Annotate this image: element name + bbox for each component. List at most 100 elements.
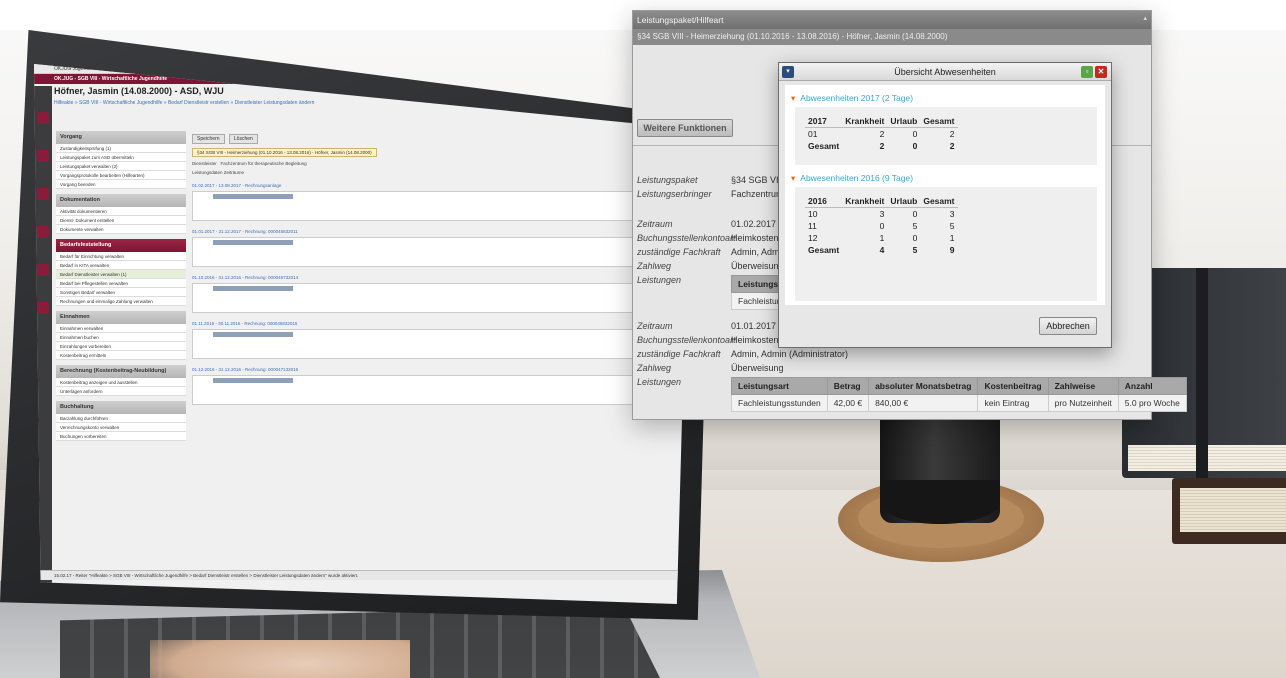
sidebar-group-dokumentation[interactable]: Dokumentation <box>56 194 186 207</box>
table-cell: 2 <box>879 141 885 151</box>
field-label: Buchungsstellenkontoart <box>637 233 736 243</box>
sidebar-item[interactable]: Rechnungen und einmalige Zahlung verwalt… <box>56 297 186 306</box>
notebook-brown-pages <box>1180 488 1286 532</box>
sidebar-item[interactable]: Leistungspaket verwalten (2) <box>56 162 186 171</box>
field-label: Zeitraum <box>637 219 673 229</box>
table-cell: 01 <box>808 129 818 139</box>
table-header <box>213 378 293 383</box>
tab-leistungspaket[interactable]: §34 SGB VIII - Heimerziehung (01.10.2016… <box>192 148 377 157</box>
table-header: Leistungsart <box>731 377 828 395</box>
leistung-entry-title[interactable]: 01.01.2017 - 31.12.2017 - Rechnung: 0000… <box>192 229 682 234</box>
dienstleister-row: Dienstleister Fachzentrum für therapeuti… <box>192 161 682 166</box>
table-cell: Fachleistungsstunden <box>731 394 828 412</box>
field-label: zuständige Fachkraft <box>637 349 721 359</box>
field-label: Zeitraum <box>637 321 673 331</box>
sidebar-item[interactable]: Aktivität dokumentieren <box>56 207 186 216</box>
field-value: Fachzentrum <box>731 189 784 199</box>
minimize-icon[interactable]: ▫ <box>1081 66 1093 78</box>
calendar-icon[interactable] <box>37 150 49 162</box>
field-value: Heimkosten <box>731 335 779 345</box>
table-row: Fachleistungsstunden 42,00 € 840,00 € ke… <box>731 394 1187 412</box>
sidebar-item[interactable]: Vorgang beenden <box>56 180 186 189</box>
absences-2017-heading[interactable]: ▾ Abwesenheiten 2017 (2 Tage) <box>791 93 913 104</box>
sidebar-item[interactable]: Leistungspaket zum ASD übermitteln <box>56 153 186 162</box>
cancel-button[interactable]: Abbrechen <box>1039 317 1097 335</box>
sidebar-item[interactable]: Kostenbeitrag anzeigen und ausstellen <box>56 378 186 387</box>
sidebar-item[interactable]: Dienst- Dokument erstellen <box>56 216 186 225</box>
table-row: 12 1 0 1 <box>805 232 958 244</box>
sidebar-item[interactable]: Einnahmen verwalten <box>56 324 186 333</box>
field-value: Überweisung <box>731 261 784 271</box>
save-button[interactable]: Speichern <box>192 134 225 144</box>
field-label: Leistungen <box>637 377 682 387</box>
sidebar-group-vorgang[interactable]: Vorgang <box>56 131 186 144</box>
mail-icon[interactable] <box>37 264 49 276</box>
section-heading-text: Abwesenheiten 2016 (9 Tage) <box>800 173 914 183</box>
person-icon[interactable] <box>37 188 49 200</box>
absences-2016-table: 2016 Krankheit Urlaub Gesamt 10 3 0 3 11… <box>805 195 958 256</box>
sidebar-item[interactable]: Bedarf für Einrichtung verwalten <box>56 252 186 261</box>
absences-2017-box: 2017 Krankheit Urlaub Gesamt 01 2 0 2 Ge… <box>795 107 1097 165</box>
sidebar-item[interactable]: Unterlagen anfordern <box>56 387 186 396</box>
coffee-cup-base <box>880 480 1000 524</box>
leistung-entry: 01.02.2017 - 13.08.2017 - Rechnungsanlag… <box>192 183 682 221</box>
sidebar-group-berechnung[interactable]: Berechnung (Kostenbeitrag-Neubildung) <box>56 365 186 378</box>
leistung-entry: 01.11.2016 - 30.11.2016 - Rechnung: 0000… <box>192 321 682 359</box>
leistung-entry-title[interactable]: 01.02.2017 - 13.08.2017 - Rechnungsanlag… <box>192 183 682 188</box>
table-header: 2017 <box>805 115 843 128</box>
sidebar-item[interactable]: Sonstigen Bedarf verwalten <box>56 288 186 297</box>
field-label: zuständige Fachkraft <box>637 247 721 257</box>
table-cell: 0 <box>912 141 918 151</box>
sidebar-item[interactable]: Buchungen vorbereiten <box>56 432 186 441</box>
field-label: Buchungsstellenkontoart <box>637 335 736 345</box>
table-cell: 2 <box>879 129 885 139</box>
field-value: Admin, Admin (Administrator) <box>731 349 849 359</box>
sidebar-item[interactable]: Einzahlungen vorbereiten <box>56 342 186 351</box>
table-row: 10 3 0 3 <box>805 208 958 221</box>
leistung-entry-title[interactable]: 01.11.2016 - 30.11.2016 - Rechnung: 0000… <box>192 321 682 326</box>
leistung-entry: 01.01.2017 - 31.12.2017 - Rechnung: 0000… <box>192 229 682 267</box>
delete-button[interactable]: Löschen <box>228 134 258 144</box>
table-cell: 2 <box>949 129 955 139</box>
sidebar-item[interactable]: Zustandigkeitsprüfung (1) <box>56 144 186 153</box>
sidebar-item[interactable]: Kostenbeitrag ermitteln <box>56 351 186 360</box>
leistungsdaten-label: Leistungsdaten Zeiträume <box>192 170 245 175</box>
table-row: 01 2 0 2 <box>805 128 958 141</box>
field-value: Überweisung <box>731 363 784 373</box>
leistung-entry-title[interactable]: 01.12.2016 - 31.12.2016 - Rechnung: 0000… <box>192 367 682 372</box>
sidebar-item[interactable]: Dokumente verwalten <box>56 225 186 234</box>
breadcrumb[interactable]: Hilfeakte » SGB VIII - Wirtschaftliche J… <box>54 100 314 106</box>
table-cell: 5 <box>912 245 918 255</box>
sidebar-item[interactable]: Barzahlung durchführen <box>56 414 186 423</box>
absences-2016-heading[interactable]: ▾ Abwesenheiten 2016 (9 Tage) <box>791 173 913 184</box>
sidebar-group-bedarf[interactable]: Bedarfsfeststellung <box>56 239 186 252</box>
sidebar-group-buchhaltung[interactable]: Buchhaltung <box>56 401 186 414</box>
sidebar-item[interactable]: Verrechnungskonto verwalten <box>56 423 186 432</box>
collapse-icon[interactable]: ▴ <box>1143 14 1147 22</box>
field-label: Leistungen <box>637 275 682 285</box>
folder-icon[interactable] <box>37 226 49 238</box>
table-cell: 0 <box>912 209 918 219</box>
sidebar-item[interactable]: Einnahmen buchen <box>56 333 186 342</box>
dialog-menu-icon[interactable]: ▾ <box>782 66 794 78</box>
table-cell: 1 <box>949 233 955 243</box>
leistung-entry-title[interactable]: 01.10.2016 - 31.12.2016 - Rechnung: 0000… <box>192 275 682 280</box>
settings-icon[interactable] <box>37 302 49 314</box>
table-header: Kostenbeitrag <box>977 377 1049 395</box>
sidebar-item[interactable]: Bedarf bei Pflegestellen verwalten <box>56 279 186 288</box>
table-header: Gesamt <box>920 195 958 208</box>
sidebar-item[interactable]: Bedarf in KITA verwalten <box>56 261 186 270</box>
table-header: Urlaub <box>887 115 921 128</box>
home-icon[interactable] <box>37 112 49 124</box>
table-header: 2016 <box>805 195 843 208</box>
notebook-strap <box>1196 268 1208 478</box>
sidebar-item-selected[interactable]: Bedarf Dienstleister verwalten (1) <box>56 270 186 279</box>
sidebar-item[interactable]: Vorgangsprotokolle bearbeiten (Hilfearte… <box>56 171 186 180</box>
sidebar-group-einnahmen[interactable]: Einnahmen <box>56 311 186 324</box>
laptop-screen: OKJUG Jugendhilfe OK.JUG - SGB VIII - Wi… <box>34 64 690 604</box>
close-icon[interactable]: ✕ <box>1095 66 1107 78</box>
field-value: Heimkosten <box>731 233 779 243</box>
table-cell: 2 <box>949 141 955 151</box>
weitere-funktionen-button[interactable]: Weitere Funktionen <box>637 119 733 137</box>
table-cell: Gesamt <box>808 245 840 255</box>
